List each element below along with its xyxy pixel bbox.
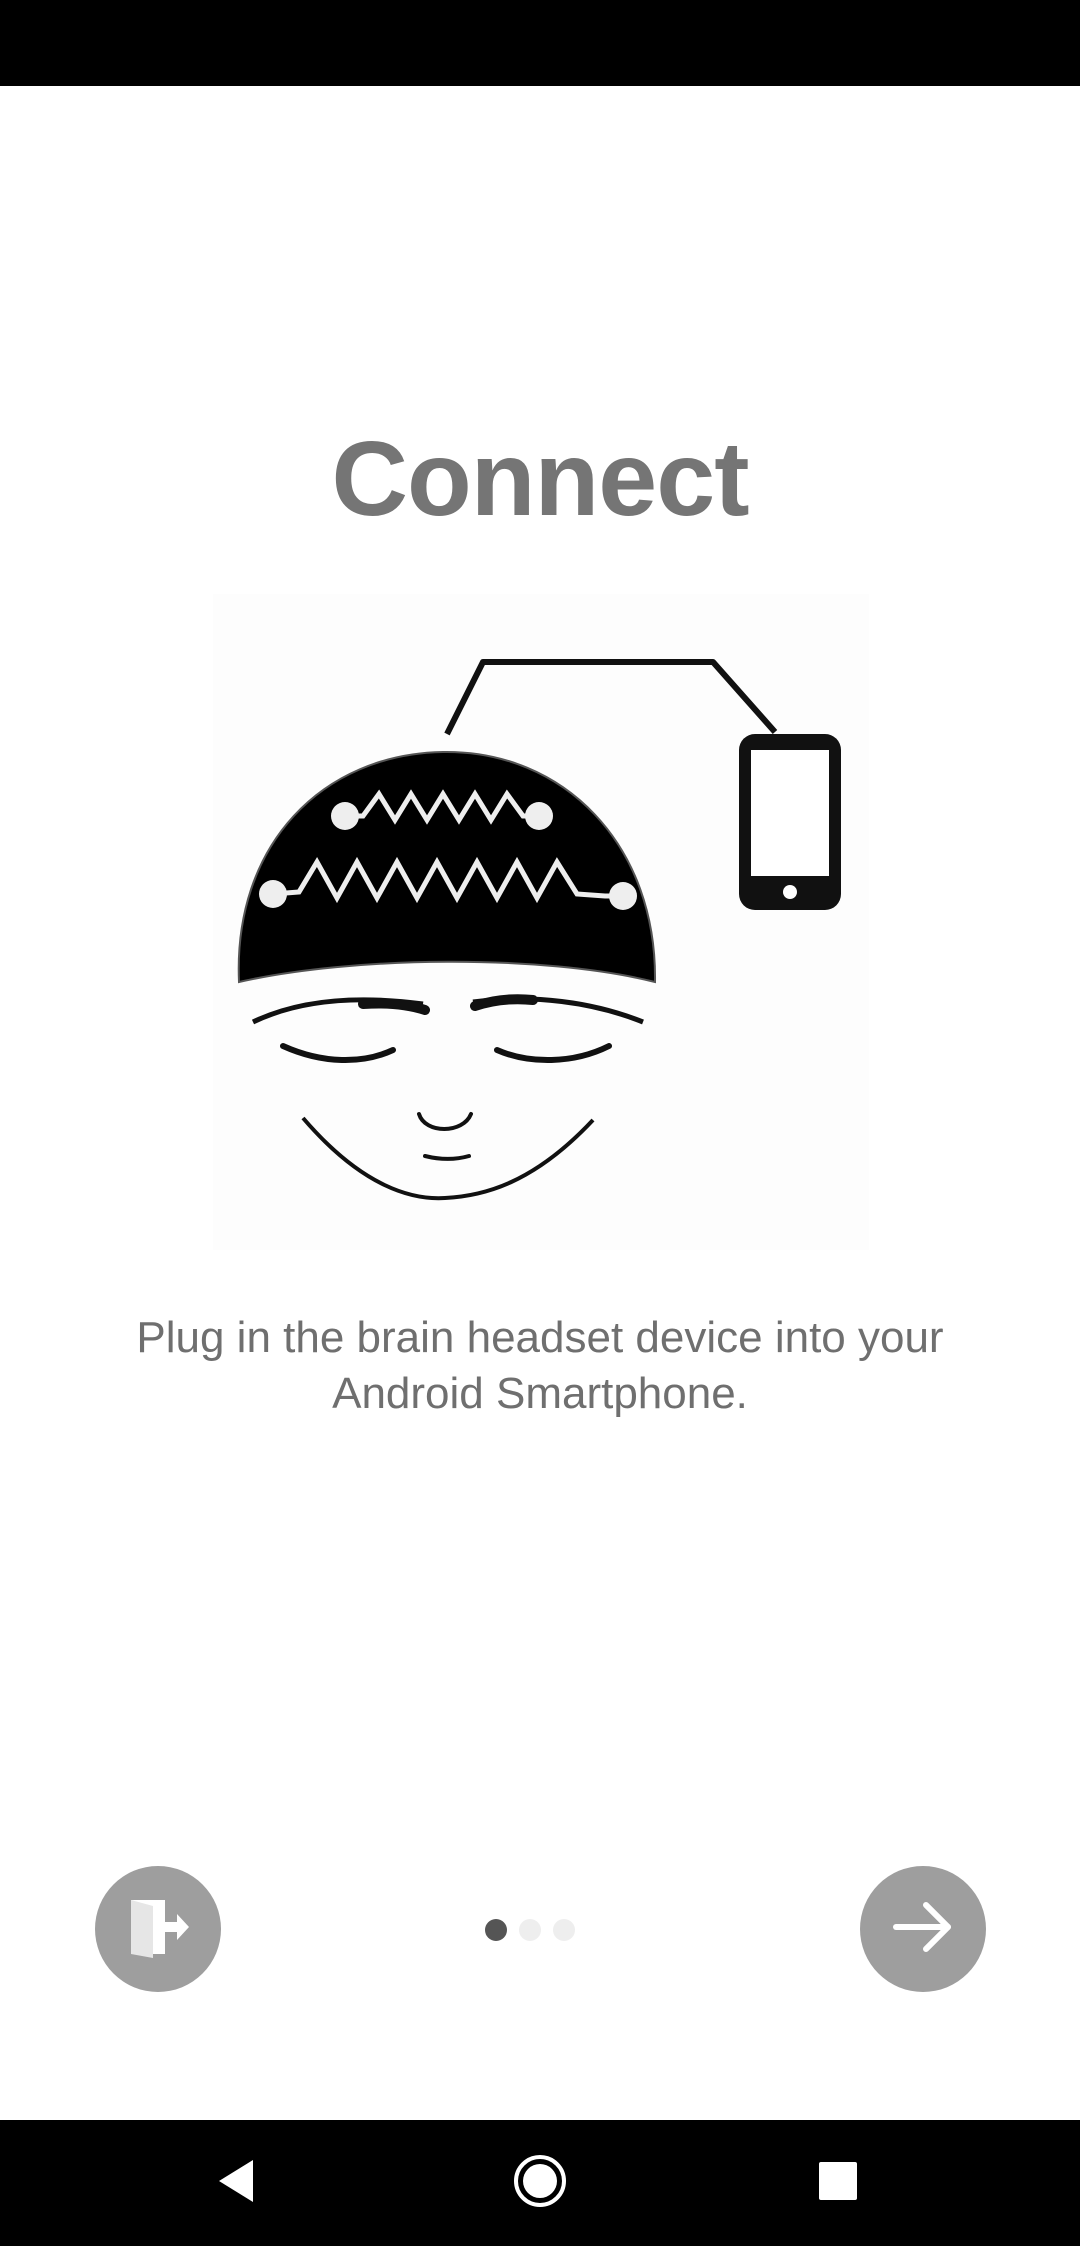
instruction-text: Plug in the brain headset device into yo… bbox=[136, 1313, 944, 1418]
page-indicator bbox=[485, 1917, 575, 1943]
brain-headset-phone-illustration bbox=[213, 594, 869, 1250]
page-title: Connect bbox=[331, 420, 750, 538]
back-button[interactable] bbox=[200, 2145, 276, 2221]
next-button[interactable] bbox=[860, 1866, 986, 1992]
system-navigation-bar bbox=[0, 2120, 1080, 2246]
recents-square-icon bbox=[815, 2158, 861, 2209]
exit-door-icon bbox=[123, 1892, 193, 1967]
home-circle-icon bbox=[512, 2153, 568, 2214]
recents-button[interactable] bbox=[800, 2145, 876, 2221]
page-dot-3 bbox=[553, 1919, 575, 1941]
smartphone-icon bbox=[739, 734, 841, 910]
back-triangle-icon bbox=[213, 2156, 263, 2211]
page-dot-2 bbox=[519, 1919, 541, 1941]
status-bar bbox=[0, 0, 1080, 86]
exit-button[interactable] bbox=[95, 1866, 221, 1992]
arrow-right-icon bbox=[888, 1892, 958, 1967]
home-button[interactable] bbox=[502, 2145, 578, 2221]
page-dot-1 bbox=[485, 1919, 507, 1941]
